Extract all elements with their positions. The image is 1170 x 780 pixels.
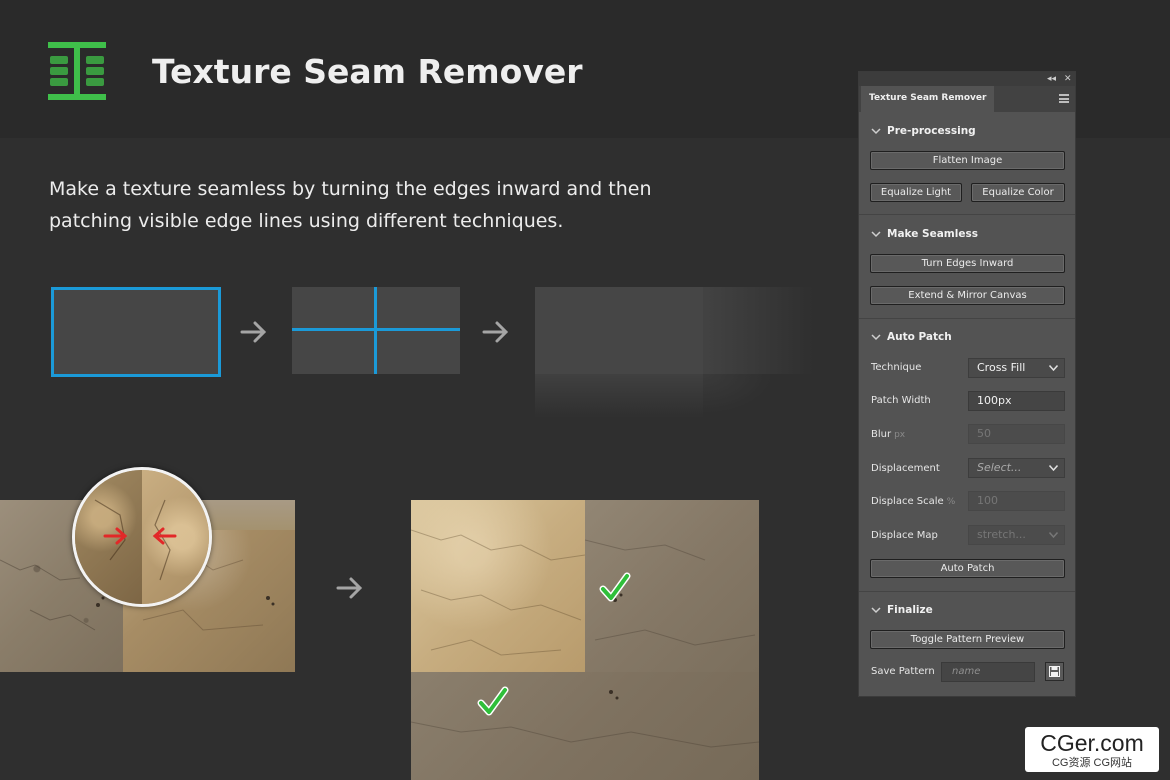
displace-map-value: stretch... <box>977 528 1026 541</box>
description-line-1: Make a texture seamless by turning the e… <box>49 178 652 200</box>
toggle-pattern-preview-button[interactable]: Toggle Pattern Preview <box>870 630 1065 649</box>
arrow-right-icon <box>336 577 363 599</box>
save-pattern-button[interactable] <box>1045 662 1064 681</box>
arrow-red-right-icon <box>103 527 128 545</box>
page-title: Texture Seam Remover <box>152 52 583 91</box>
seam-magnifier <box>72 467 212 607</box>
chevron-down-icon <box>871 607 881 614</box>
chevron-down-icon <box>1049 365 1058 371</box>
displacement-value: Select... <box>977 461 1022 474</box>
check-mark-icon <box>477 686 509 716</box>
equalize-light-button[interactable]: Equalize Light <box>870 183 962 202</box>
arrow-right-icon <box>482 321 509 343</box>
section-divider <box>859 591 1075 592</box>
displace-map-label: Displace Map <box>871 530 938 541</box>
section-auto-patch[interactable]: Auto Patch <box>859 328 1075 348</box>
texture-seam-remover-panel: ◂◂ ✕ Texture Seam Remover Pre-processing… <box>858 71 1076 697</box>
displace-scale-unit: % <box>946 497 956 507</box>
chevron-down-icon <box>871 128 881 135</box>
equalize-color-button[interactable]: Equalize Color <box>971 183 1065 202</box>
description-line-2: patching visible edge lines using differ… <box>49 210 564 232</box>
check-mark-icon <box>599 572 631 602</box>
displace-scale-input[interactable]: 100 <box>968 491 1065 511</box>
technique-label: Technique <box>871 362 922 373</box>
extend-mirror-canvas-button[interactable]: Extend & Mirror Canvas <box>870 286 1065 305</box>
panel-tabbar: Texture Seam Remover <box>859 86 1075 112</box>
seam-line-horizontal <box>292 328 460 331</box>
diagram-pattern-ghost-corner <box>703 374 773 414</box>
arrow-right-icon <box>240 321 267 343</box>
blur-unit: px <box>894 430 906 440</box>
section-title: Make Seamless <box>887 228 978 240</box>
watermark-main: CGer.com <box>1040 730 1144 756</box>
section-title: Auto Patch <box>887 331 952 343</box>
description: Make a texture seamless by turning the e… <box>49 173 689 237</box>
texture-result-bottom <box>411 672 759 780</box>
displace-scale-label: Displace Scale% <box>871 496 956 507</box>
arrow-red-left-icon <box>152 527 177 545</box>
chevron-down-icon <box>871 334 881 341</box>
diagram-pattern-ghost-right <box>703 287 813 374</box>
diagram-patched-box <box>535 287 703 374</box>
diagram-edges-inward-box <box>292 287 460 374</box>
blur-input[interactable]: 50 <box>968 424 1065 444</box>
seam-logo-icon <box>48 42 106 100</box>
patch-width-input[interactable]: 100px <box>968 391 1065 411</box>
section-title: Finalize <box>887 604 933 616</box>
save-pattern-label: Save Pattern <box>871 666 935 677</box>
panel-menu-icon[interactable] <box>1059 94 1069 103</box>
section-make-seamless[interactable]: Make Seamless <box>859 225 1075 245</box>
panel-collapse-icon[interactable]: ◂◂ <box>1047 72 1056 86</box>
watermark: CGer.com CG资源 CG网站 <box>1025 727 1159 772</box>
panel-tab[interactable]: Texture Seam Remover <box>861 86 995 112</box>
patch-width-label: Patch Width <box>871 395 931 406</box>
displace-map-select[interactable]: stretch... <box>968 525 1065 545</box>
displacement-select[interactable]: Select... <box>968 458 1065 478</box>
blur-label: Blur px <box>871 429 906 440</box>
turn-edges-inward-button[interactable]: Turn Edges Inward <box>870 254 1065 273</box>
chevron-down-icon <box>1049 532 1058 538</box>
displacement-label: Displacement <box>871 463 940 474</box>
watermark-sub: CG资源 CG网站 <box>1051 757 1133 769</box>
section-title: Pre-processing <box>887 125 976 137</box>
section-divider <box>859 214 1075 215</box>
flatten-image-button[interactable]: Flatten Image <box>870 151 1065 170</box>
section-divider <box>859 318 1075 319</box>
section-preprocessing[interactable]: Pre-processing <box>859 122 1075 142</box>
floppy-disk-icon <box>1049 666 1060 677</box>
technique-select[interactable]: Cross Fill <box>968 358 1065 378</box>
save-pattern-name-input[interactable]: name <box>941 662 1035 682</box>
chevron-down-icon <box>871 231 881 238</box>
auto-patch-button[interactable]: Auto Patch <box>870 559 1065 578</box>
panel-close-icon[interactable]: ✕ <box>1064 72 1072 86</box>
panel-topbar: ◂◂ ✕ <box>859 72 1075 86</box>
chevron-down-icon <box>1049 465 1058 471</box>
diagram-pattern-ghost-bottom <box>535 374 703 418</box>
technique-value: Cross Fill <box>977 361 1026 374</box>
section-finalize[interactable]: Finalize <box>859 601 1075 621</box>
texture-result-tile <box>411 500 585 672</box>
diagram-original-box <box>51 287 221 377</box>
